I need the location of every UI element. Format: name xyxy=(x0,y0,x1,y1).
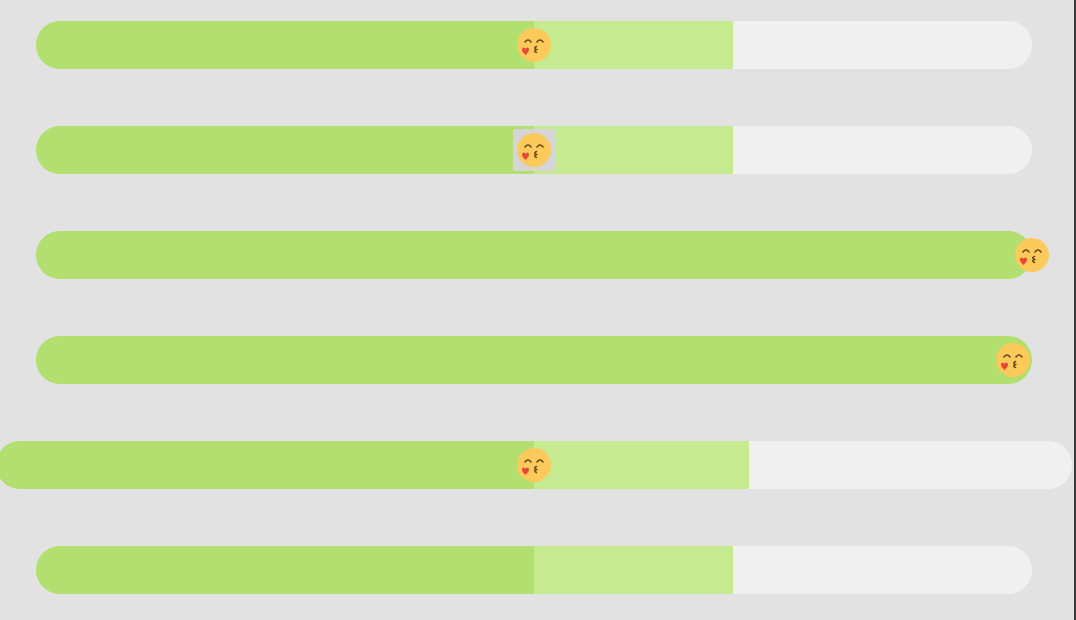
slider-progress-fill xyxy=(36,231,1032,279)
slider-thumb[interactable] xyxy=(516,27,552,63)
slider-progress-fill xyxy=(36,126,534,174)
slider-track[interactable] xyxy=(36,336,1032,384)
slider-thumb[interactable] xyxy=(513,129,555,171)
slider-thumb[interactable] xyxy=(516,447,552,483)
progress-slider[interactable] xyxy=(36,21,1032,69)
slider-progress-fill xyxy=(36,21,534,69)
progress-slider[interactable] xyxy=(36,336,1032,384)
slider-thumb[interactable] xyxy=(1014,237,1050,273)
slider-progress-fill xyxy=(36,546,534,594)
progress-slider[interactable] xyxy=(36,546,1032,594)
slider-track[interactable] xyxy=(36,546,1032,594)
slider-progress-fill xyxy=(36,336,1032,384)
slider-thumb[interactable] xyxy=(995,342,1031,378)
slider-track[interactable] xyxy=(36,231,1032,279)
progress-slider[interactable] xyxy=(36,126,1032,174)
progress-slider[interactable] xyxy=(36,231,1049,279)
slider-progress-fill xyxy=(0,441,534,489)
progress-slider[interactable] xyxy=(0,441,1072,489)
